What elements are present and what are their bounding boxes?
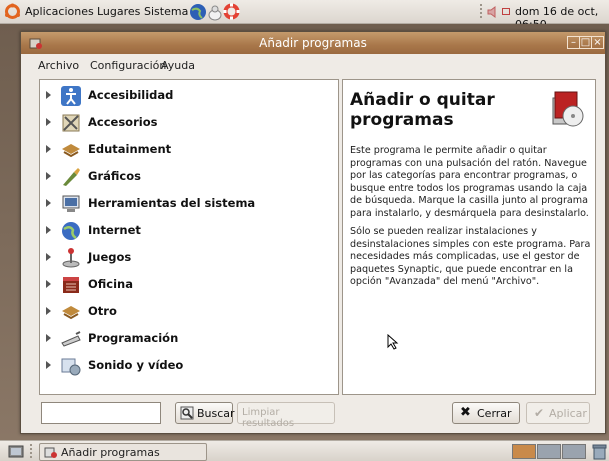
accessories-icon — [62, 114, 80, 132]
games-icon — [62, 248, 80, 268]
other-icon — [62, 306, 80, 320]
taskbar-item-label: Añadir programas — [61, 446, 160, 459]
category-oficina[interactable]: Oficina — [40, 272, 338, 298]
menu-archivo[interactable]: Archivo — [38, 59, 79, 72]
menu-ayuda[interactable]: Ayuda — [161, 59, 195, 72]
show-desktop-icon[interactable] — [8, 444, 24, 459]
workspace-2[interactable] — [537, 444, 561, 459]
search-button-label: Buscar — [197, 407, 235, 420]
close-button[interactable]: ✖ Cerrar — [452, 402, 520, 424]
top-panel: Aplicaciones Lugares Sistema dom 16 de o… — [0, 0, 609, 31]
category-list[interactable]: Accesibilidad Accesorios Edutainment Grá… — [39, 79, 339, 395]
info-panel: Añadir o quitar programas Este programa … — [342, 79, 596, 395]
clear-results-button[interactable]: Limpiar resultados — [237, 402, 335, 429]
programming-icon — [61, 331, 81, 347]
edutainment-icon — [62, 144, 80, 158]
close-button-label: Cerrar — [477, 407, 512, 420]
search-input[interactable] — [41, 402, 161, 424]
category-sonido-video[interactable]: Sonido y vídeo — [40, 353, 338, 379]
search-icon — [180, 406, 194, 420]
accessibility-icon — [61, 86, 81, 106]
apply-check-icon: ✔ — [534, 406, 545, 420]
category-edutainment[interactable]: Edutainment — [40, 137, 338, 163]
panel-separator — [480, 4, 482, 20]
ubuntu-logo-icon[interactable] — [4, 3, 21, 20]
info-heading: Añadir o quitar programas — [350, 90, 495, 130]
search-button[interactable]: Buscar — [175, 402, 235, 424]
info-paragraph-2: Sólo se pueden realizar instalaciones y … — [350, 226, 591, 288]
category-juegos[interactable]: Juegos — [40, 245, 338, 271]
category-graficos[interactable]: Gráficos — [40, 164, 338, 190]
category-otro[interactable]: Otro — [40, 299, 338, 325]
expand-arrow-icon[interactable] — [46, 172, 51, 180]
expand-arrow-icon[interactable] — [46, 118, 51, 126]
mouse-pointer-icon — [387, 334, 399, 350]
menu-lugares[interactable]: Lugares — [97, 5, 140, 18]
expand-arrow-icon[interactable] — [46, 226, 51, 234]
expand-arrow-icon[interactable] — [46, 199, 51, 207]
category-label: Internet — [88, 223, 141, 237]
category-label: Oficina — [88, 277, 134, 291]
category-label: Sonido y vídeo — [88, 358, 184, 372]
category-accesorios[interactable]: Accesorios — [40, 110, 338, 136]
menu-aplicaciones[interactable]: Aplicaciones — [25, 5, 94, 18]
bottom-panel: Añadir programas — [0, 440, 609, 461]
email-client-icon[interactable] — [208, 5, 222, 21]
workspace-3[interactable] — [562, 444, 586, 459]
category-label: Programación — [88, 331, 179, 345]
help-lifesaver-icon[interactable] — [222, 2, 241, 21]
expand-arrow-icon[interactable] — [46, 361, 51, 369]
screen: Aplicaciones Lugares Sistema dom 16 de o… — [0, 0, 609, 461]
network-icon[interactable] — [502, 8, 510, 16]
expand-arrow-icon[interactable] — [46, 334, 51, 342]
category-label: Edutainment — [88, 142, 172, 156]
office-icon — [63, 277, 79, 293]
category-programacion[interactable]: Programación — [40, 326, 338, 352]
info-paragraph-1: Este programa le permite añadir o quitar… — [350, 145, 589, 219]
expand-arrow-icon[interactable] — [46, 145, 51, 153]
category-herramientas[interactable]: Herramientas del sistema — [40, 191, 338, 217]
taskbar-item[interactable]: Añadir programas — [39, 443, 207, 461]
taskbar-app-icon — [44, 447, 57, 458]
expand-arrow-icon[interactable] — [46, 307, 51, 315]
web-browser-icon[interactable] — [189, 3, 207, 21]
menu-configuracion[interactable]: Configuración — [90, 59, 166, 72]
menu-bar: Archivo Configuración Ayuda — [21, 54, 605, 76]
category-label: Accesorios — [88, 115, 158, 129]
apply-button-label: Aplicar — [549, 407, 587, 420]
trash-icon[interactable] — [592, 443, 607, 460]
category-label: Herramientas del sistema — [88, 196, 256, 210]
expand-arrow-icon[interactable] — [46, 91, 51, 99]
window-title: Añadir programas — [259, 36, 367, 50]
expand-arrow-icon[interactable] — [46, 253, 51, 261]
workspace-1[interactable] — [512, 444, 536, 459]
internet-icon — [62, 222, 80, 240]
category-label: Otro — [88, 304, 117, 318]
package-cd-icon — [552, 91, 584, 127]
menu-sistema[interactable]: Sistema — [144, 5, 188, 18]
system-tools-icon — [62, 195, 80, 212]
category-label: Juegos — [88, 250, 132, 264]
add-programs-window: Añadir programas – □ × Archivo Configura… — [20, 31, 606, 434]
volume-icon[interactable] — [487, 6, 501, 18]
sound-video-icon — [61, 358, 81, 376]
close-x-icon: ✖ — [460, 405, 471, 420]
apply-button[interactable]: ✔ Aplicar — [526, 402, 590, 424]
panel-separator — [30, 444, 32, 460]
category-internet[interactable]: Internet — [40, 218, 338, 244]
expand-arrow-icon[interactable] — [46, 280, 51, 288]
close-icon[interactable]: × — [591, 36, 604, 49]
category-label: Accesibilidad — [88, 88, 174, 102]
category-label: Gráficos — [88, 169, 141, 183]
clear-results-label: Limpiar resultados — [242, 407, 295, 429]
window-titlebar[interactable]: Añadir programas – □ × — [21, 32, 605, 54]
graphics-icon — [63, 168, 80, 186]
category-accesibilidad[interactable]: Accesibilidad — [40, 83, 338, 109]
